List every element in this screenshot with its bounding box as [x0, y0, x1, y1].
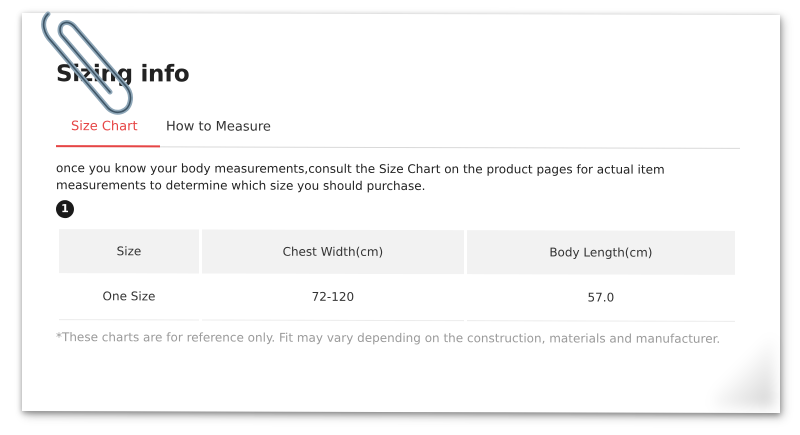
- page-curl-shadow: [714, 336, 774, 407]
- table-header-size: Size: [59, 229, 199, 274]
- table-cell-size: One Size: [59, 273, 199, 321]
- table-row: One Size 72-120 57.0: [59, 273, 735, 322]
- size-chart-description: once you know your body measurements,con…: [56, 161, 665, 194]
- table-cell-chest-width: 72-120: [201, 273, 464, 322]
- step-badge: 1: [56, 200, 74, 219]
- paperclip-icon: [41, 11, 133, 115]
- tab-how-to-measure[interactable]: How to Measure: [166, 118, 271, 146]
- table-header-chest-width: Chest Width(cm): [201, 229, 464, 275]
- reference-note: *These charts are for reference only. Fi…: [56, 330, 721, 346]
- tab-bar: Size Chart How to Measure: [56, 118, 740, 149]
- tab-size-chart[interactable]: Size Chart: [71, 118, 138, 146]
- table-header-body-length: Body Length(cm): [466, 230, 735, 275]
- table-header-row: Size Chest Width(cm) Body Length(cm): [59, 229, 735, 275]
- table-cell-body-length: 57.0: [466, 274, 735, 322]
- size-table: Size Chest Width(cm) Body Length(cm) One…: [56, 229, 738, 322]
